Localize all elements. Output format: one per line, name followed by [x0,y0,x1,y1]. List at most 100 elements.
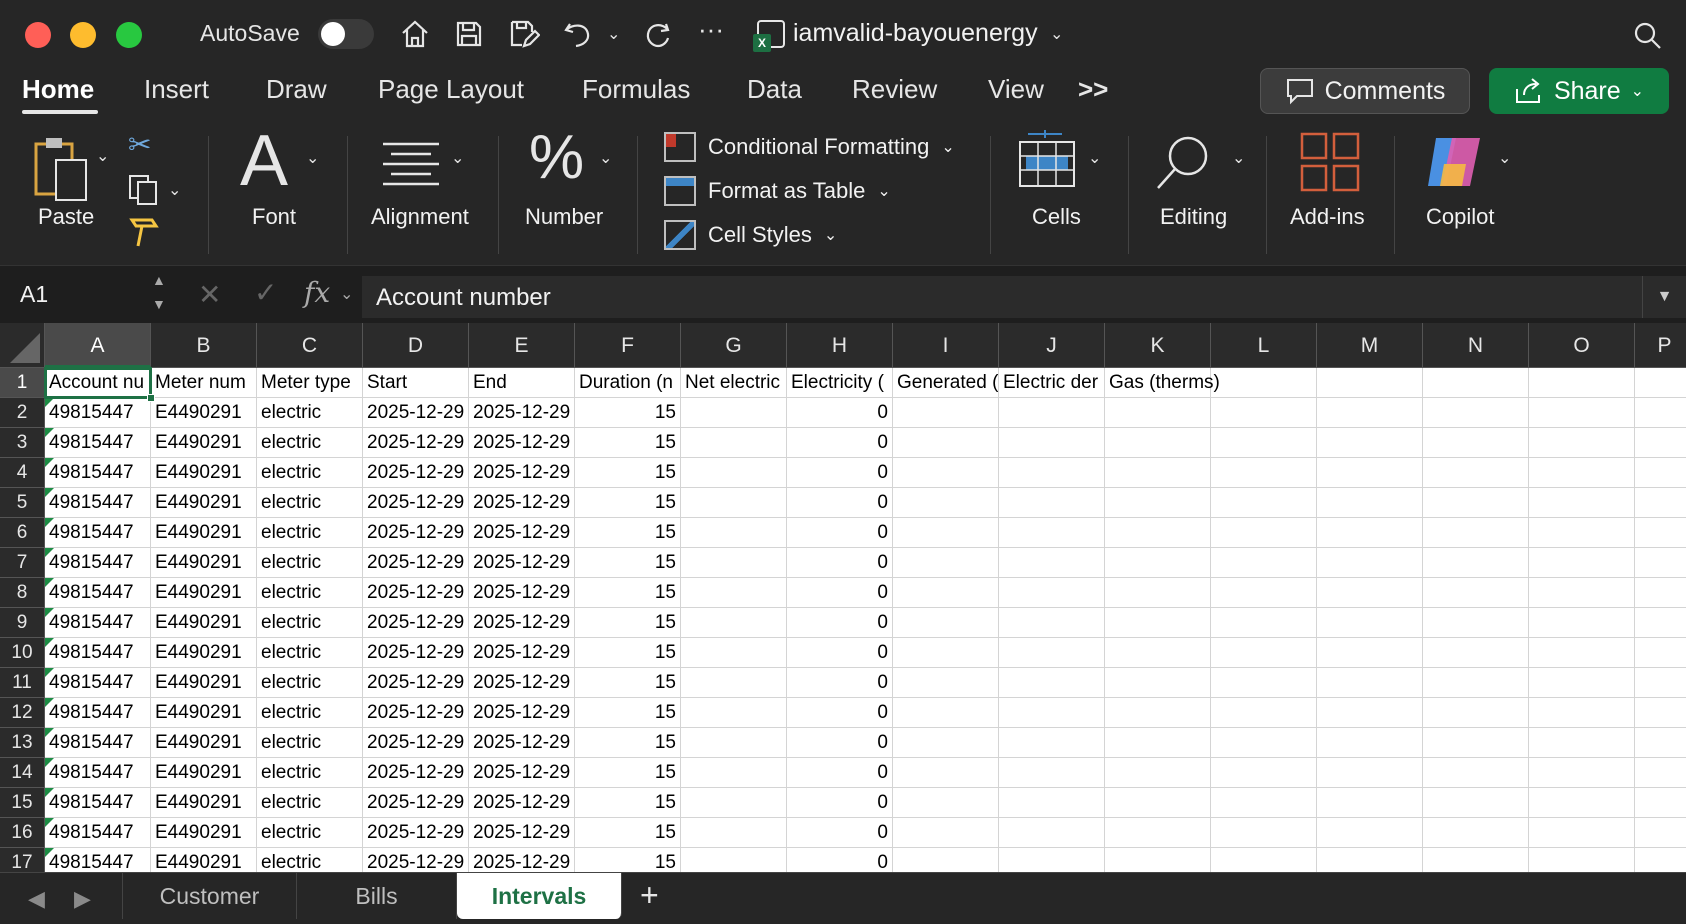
cell-d13[interactable]: 2025-12-29 [363,728,469,758]
alignment-group[interactable]: ⌄ Alignment [365,120,505,260]
cell-f2[interactable]: 15 [575,398,681,428]
cell-i7[interactable] [893,548,999,578]
column-header-f[interactable]: F [575,323,681,368]
cell-k12[interactable] [1105,698,1211,728]
cell-d12[interactable]: 2025-12-29 [363,698,469,728]
more-tabs-button[interactable]: >> [1078,74,1108,105]
cell-h5[interactable]: 0 [787,488,893,518]
cell-l1[interactable] [1211,368,1317,398]
cell-a10[interactable]: 49815447 [45,638,151,668]
cell-m8[interactable] [1317,578,1423,608]
cell-o13[interactable] [1529,728,1635,758]
cell-m14[interactable] [1317,758,1423,788]
cell-n2[interactable] [1423,398,1529,428]
cell-p16[interactable] [1635,818,1686,848]
prev-sheet-icon[interactable]: ◀ [28,886,45,912]
cell-n1[interactable] [1423,368,1529,398]
cell-m4[interactable] [1317,458,1423,488]
cell-h14[interactable]: 0 [787,758,893,788]
maximize-window-button[interactable] [116,22,142,48]
cell-f4[interactable]: 15 [575,458,681,488]
cell-g15[interactable] [681,788,787,818]
cell-e12[interactable]: 2025-12-29 [469,698,575,728]
column-header-a[interactable]: A [45,323,151,368]
cell-k9[interactable] [1105,608,1211,638]
font-group[interactable]: A ⌄ Font [230,120,350,260]
cell-i11[interactable] [893,668,999,698]
column-header-n[interactable]: N [1423,323,1529,368]
cell-h10[interactable]: 0 [787,638,893,668]
cell-n9[interactable] [1423,608,1529,638]
row-header-2[interactable]: 2 [0,398,45,428]
name-box-up-icon[interactable]: ▲ [152,272,166,288]
row-header-13[interactable]: 13 [0,728,45,758]
cell-f6[interactable]: 15 [575,518,681,548]
cell-m16[interactable] [1317,818,1423,848]
search-icon[interactable] [1630,18,1666,54]
cell-j5[interactable] [999,488,1105,518]
minimize-window-button[interactable] [70,22,96,48]
cell-c11[interactable]: electric [257,668,363,698]
cell-o11[interactable] [1529,668,1635,698]
cell-a11[interactable]: 49815447 [45,668,151,698]
cell-n6[interactable] [1423,518,1529,548]
row-header-10[interactable]: 10 [0,638,45,668]
cell-m12[interactable] [1317,698,1423,728]
cell-p14[interactable] [1635,758,1686,788]
cell-n10[interactable] [1423,638,1529,668]
cell-i17[interactable] [893,848,999,872]
cell-p10[interactable] [1635,638,1686,668]
cell-a12[interactable]: 49815447 [45,698,151,728]
name-box[interactable]: A1 [0,268,170,320]
cell-h9[interactable]: 0 [787,608,893,638]
cell-p2[interactable] [1635,398,1686,428]
enter-icon[interactable]: ✓ [254,276,277,309]
cell-o8[interactable] [1529,578,1635,608]
save-as-icon[interactable] [506,16,542,52]
cell-a16[interactable]: 49815447 [45,818,151,848]
cell-k4[interactable] [1105,458,1211,488]
cell-i8[interactable] [893,578,999,608]
cell-m5[interactable] [1317,488,1423,518]
cell-l10[interactable] [1211,638,1317,668]
cell-m9[interactable] [1317,608,1423,638]
cell-c10[interactable]: electric [257,638,363,668]
cell-e3[interactable]: 2025-12-29 [469,428,575,458]
cell-a8[interactable]: 49815447 [45,578,151,608]
cell-n17[interactable] [1423,848,1529,872]
cell-i2[interactable] [893,398,999,428]
row-header-15[interactable]: 15 [0,788,45,818]
cell-f14[interactable]: 15 [575,758,681,788]
row-header-5[interactable]: 5 [0,488,45,518]
cell-j17[interactable] [999,848,1105,872]
cell-c17[interactable]: electric [257,848,363,872]
cell-f5[interactable]: 15 [575,488,681,518]
undo-icon[interactable] [560,16,596,52]
cell-g6[interactable] [681,518,787,548]
cell-k14[interactable] [1105,758,1211,788]
cell-g2[interactable] [681,398,787,428]
cell-b8[interactable]: E4490291 [151,578,257,608]
cell-o5[interactable] [1529,488,1635,518]
cell-k6[interactable] [1105,518,1211,548]
cell-n13[interactable] [1423,728,1529,758]
cell-l7[interactable] [1211,548,1317,578]
cell-g11[interactable] [681,668,787,698]
cell-o12[interactable] [1529,698,1635,728]
column-header-e[interactable]: E [469,323,575,368]
name-box-down-icon[interactable]: ▼ [152,296,166,312]
cell-n5[interactable] [1423,488,1529,518]
cell-k10[interactable] [1105,638,1211,668]
cell-l5[interactable] [1211,488,1317,518]
spreadsheet-grid[interactable]: A B C D E F G H I J K L M N O P 1 Account nu Meter num Mete… [0,323,1686,872]
cell-j11[interactable] [999,668,1105,698]
tab-view[interactable]: View [988,74,1044,105]
cell-i14[interactable] [893,758,999,788]
cell-k3[interactable] [1105,428,1211,458]
cell-f9[interactable]: 15 [575,608,681,638]
cell-b10[interactable]: E4490291 [151,638,257,668]
fx-button[interactable]: fx [304,276,330,309]
redo-icon[interactable] [640,16,676,52]
cell-b1[interactable]: Meter num [151,368,257,398]
cell-m11[interactable] [1317,668,1423,698]
